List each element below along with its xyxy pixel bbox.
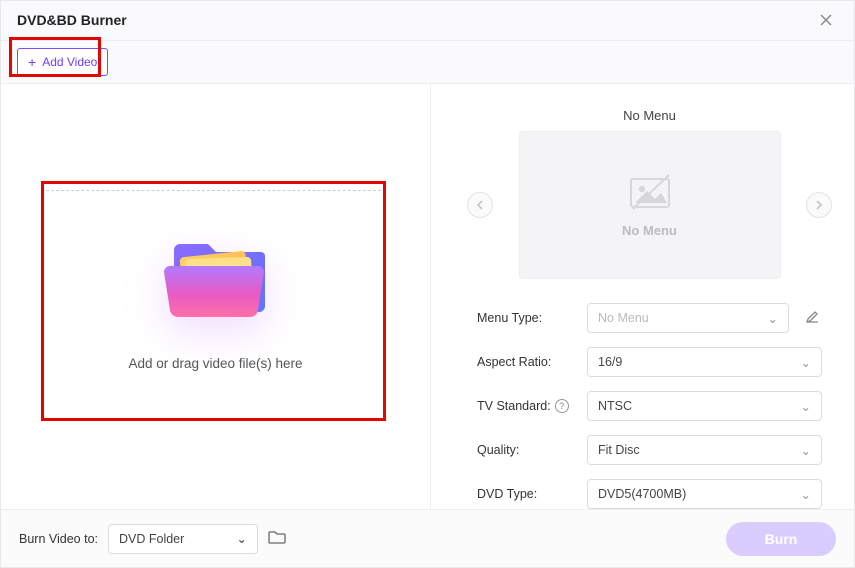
title-bar: DVD&BD Burner xyxy=(1,1,854,41)
row-menu-type: Menu Type: No Menu ⌄ xyxy=(477,303,822,333)
label-dvd-type: DVD Type: xyxy=(477,487,573,501)
chevron-down-icon: ⌄ xyxy=(768,311,778,326)
label-aspect-ratio: Aspect Ratio: xyxy=(477,355,573,369)
chevron-left-icon xyxy=(476,200,484,210)
plus-icon: + xyxy=(28,55,36,69)
preview-next-button[interactable] xyxy=(806,192,832,218)
dropzone[interactable]: Add or drag video file(s) here xyxy=(46,182,386,412)
help-icon[interactable]: ? xyxy=(555,399,569,413)
select-aspect-ratio-value: 16/9 xyxy=(598,355,622,369)
app-window: DVD&BD Burner + Add Video xyxy=(0,0,855,568)
chevron-right-icon xyxy=(815,200,823,210)
right-panel: No Menu No Menu xyxy=(431,84,854,509)
preview-title: No Menu xyxy=(477,108,822,123)
burn-to-label: Burn Video to: xyxy=(19,532,98,546)
chevron-down-icon: ⌄ xyxy=(237,531,247,546)
label-menu-type: Menu Type: xyxy=(477,311,573,325)
footer-bar: Burn Video to: DVD Folder ⌄ Burn xyxy=(1,509,854,567)
preview-placeholder-text: No Menu xyxy=(622,223,677,238)
chevron-down-icon: ⌄ xyxy=(801,399,811,414)
toolbar: + Add Video xyxy=(1,41,854,85)
select-menu-type-value: No Menu xyxy=(598,311,649,325)
main-area: Add or drag video file(s) here No Menu N… xyxy=(1,84,854,509)
no-image-icon xyxy=(625,173,675,213)
select-tv-standard-value: NTSC xyxy=(598,399,632,413)
select-tv-standard[interactable]: NTSC ⌄ xyxy=(587,391,822,421)
select-quality-value: Fit Disc xyxy=(598,443,640,457)
row-aspect-ratio: Aspect Ratio: 16/9 ⌄ xyxy=(477,347,822,377)
preview-prev-button[interactable] xyxy=(467,192,493,218)
select-dvd-type-value: DVD5(4700MB) xyxy=(598,487,686,501)
folder-outline-icon xyxy=(268,529,286,545)
label-tv-standard: TV Standard: ? xyxy=(477,399,573,413)
left-panel: Add or drag video file(s) here xyxy=(1,84,431,509)
menu-preview: No Menu xyxy=(519,131,781,279)
footer-left: Burn Video to: DVD Folder ⌄ xyxy=(19,524,286,554)
preview-row: No Menu xyxy=(477,131,822,279)
label-quality: Quality: xyxy=(477,443,573,457)
dropzone-label: Add or drag video file(s) here xyxy=(128,356,302,371)
select-dvd-type[interactable]: DVD5(4700MB) ⌄ xyxy=(587,479,822,509)
chevron-down-icon: ⌄ xyxy=(801,487,811,502)
settings-fields: Menu Type: No Menu ⌄ Aspect Ratio: 16/9 … xyxy=(477,303,822,509)
close-button[interactable] xyxy=(814,8,838,32)
select-menu-type[interactable]: No Menu ⌄ xyxy=(587,303,789,333)
burn-button-label: Burn xyxy=(765,531,798,547)
select-burn-to[interactable]: DVD Folder ⌄ xyxy=(108,524,258,554)
burn-button[interactable]: Burn xyxy=(726,522,836,556)
add-video-button[interactable]: + Add Video xyxy=(17,48,108,76)
window-title: DVD&BD Burner xyxy=(17,12,127,28)
folder-icon xyxy=(146,222,286,332)
chevron-down-icon: ⌄ xyxy=(801,355,811,370)
chevron-down-icon: ⌄ xyxy=(801,443,811,458)
edit-menu-button[interactable] xyxy=(803,309,822,327)
add-video-label: Add Video xyxy=(42,55,97,69)
close-icon xyxy=(819,13,833,27)
row-dvd-type: DVD Type: DVD5(4700MB) ⌄ xyxy=(477,479,822,509)
browse-folder-button[interactable] xyxy=(268,529,286,548)
pencil-icon xyxy=(805,309,820,324)
row-tv-standard: TV Standard: ? NTSC ⌄ xyxy=(477,391,822,421)
select-quality[interactable]: Fit Disc ⌄ xyxy=(587,435,822,465)
row-quality: Quality: Fit Disc ⌄ xyxy=(477,435,822,465)
select-burn-to-value: DVD Folder xyxy=(119,532,184,546)
select-aspect-ratio[interactable]: 16/9 ⌄ xyxy=(587,347,822,377)
